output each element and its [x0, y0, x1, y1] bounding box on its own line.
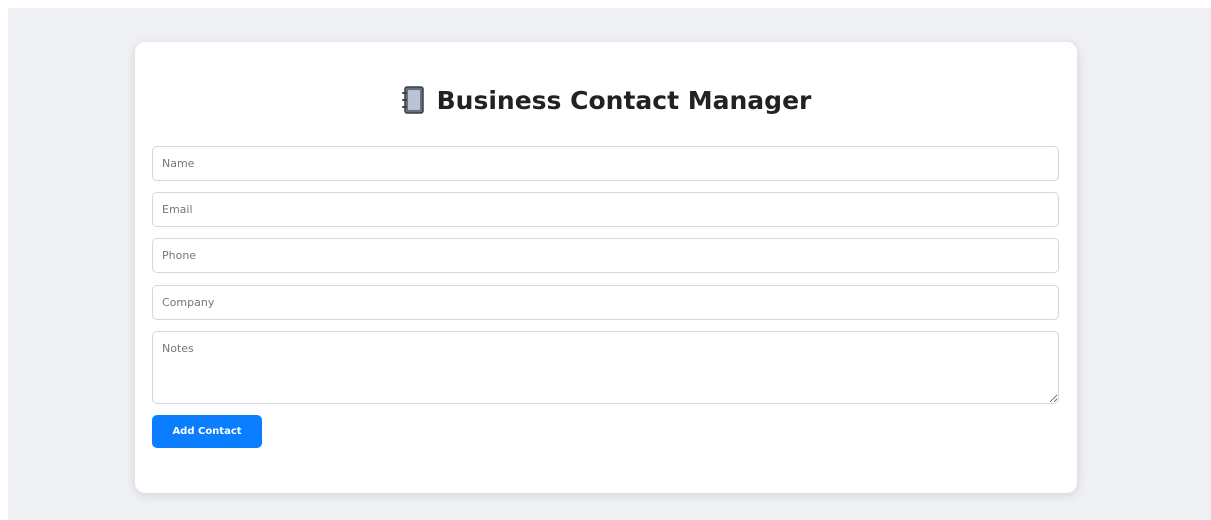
page-background: Business Contact Manager Add Contact — [8, 8, 1211, 520]
phone-input[interactable] — [152, 238, 1059, 273]
contact-card: Business Contact Manager Add Contact — [135, 42, 1077, 493]
title-row: Business Contact Manager — [135, 82, 1077, 118]
add-contact-button[interactable]: Add Contact — [152, 415, 262, 448]
page-title: Business Contact Manager — [436, 85, 812, 115]
company-input[interactable] — [152, 285, 1059, 320]
email-input[interactable] — [152, 192, 1059, 227]
name-input[interactable] — [152, 146, 1059, 181]
notebook-icon — [401, 85, 427, 115]
notes-textarea[interactable] — [152, 331, 1059, 404]
